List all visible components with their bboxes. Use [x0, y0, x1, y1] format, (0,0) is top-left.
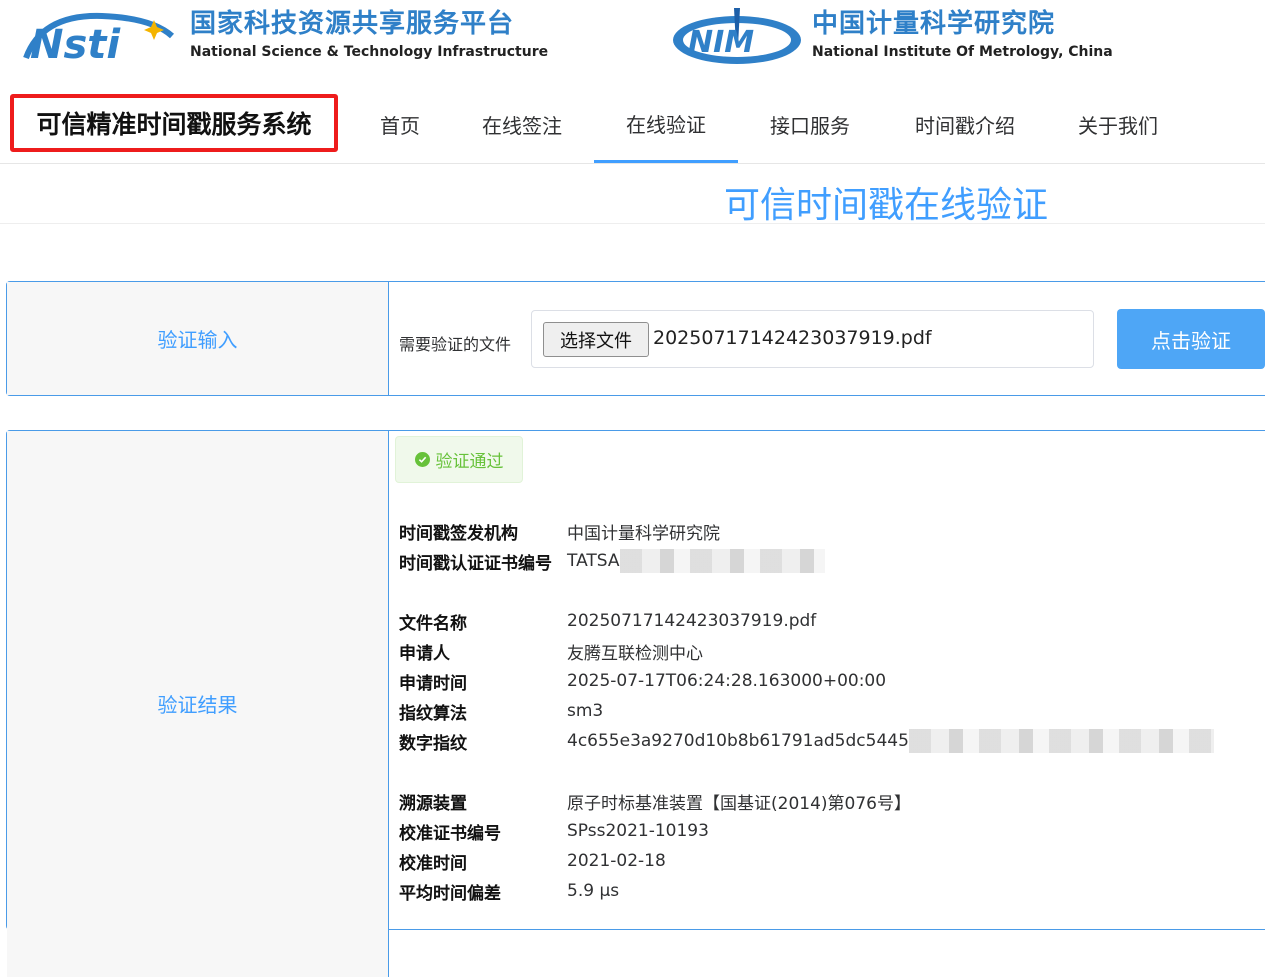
trace-device-value: 原子时标基准装置【国基证(2014)第076号】	[567, 793, 911, 814]
applicant-value: 友腾互联检测中心	[567, 643, 703, 664]
nav-timestamp-intro[interactable]: 时间戳介绍	[898, 86, 1032, 163]
algorithm-value: sm3	[567, 701, 604, 721]
page-title-bar: 可信时间戳在线验证	[0, 172, 1265, 226]
apply-time-label: 申请时间	[399, 673, 467, 694]
verify-input-panel: 验证输入 需要验证的文件 选择文件 20250717142423037919.p…	[6, 281, 1265, 396]
verify-result-panel: 验证结果 验证通过 时间戳签发机构 中国计量科学研究院 时间戳认证证书编号 TA…	[6, 430, 1265, 977]
nav-online-sign[interactable]: 在线签注	[466, 86, 578, 163]
nsti-title-en: National Science & Technology Infrastruc…	[190, 44, 549, 60]
main-nav: 可信精准时间戳服务系统 首页 在线签注 在线验证 接口服务 时间戳介绍 关于我们	[0, 86, 1265, 164]
page-title: 可信时间戳在线验证	[724, 185, 1049, 226]
calib-cert-value: SPss2021-10193	[567, 821, 709, 841]
result-row-calib-time: 校准时间 2021-02-18	[399, 847, 666, 875]
verify-input-label: 验证输入	[7, 282, 389, 395]
nsti-logo[interactable]: Nsti 国家科技资源共享服务平台 National Science & Tec…	[22, 6, 548, 64]
algorithm-label: 指纹算法	[399, 703, 467, 724]
nav-home[interactable]: 首页	[356, 86, 444, 163]
calib-time-label: 校准时间	[399, 853, 467, 874]
verify-result-label: 验证结果	[7, 431, 389, 977]
nim-title-cn: 中国计量科学研究院	[812, 9, 1056, 39]
file-input[interactable]: 选择文件 20250717142423037919.pdf	[531, 310, 1094, 368]
choose-file-button[interactable]: 选择文件	[543, 322, 649, 357]
cert-no-value: TATSA	[567, 551, 620, 571]
nim-logo-icon: NIM	[673, 8, 801, 64]
applicant-label: 申请人	[399, 643, 450, 664]
check-circle-icon	[414, 452, 430, 467]
result-row-applicant: 申请人 友腾互联检测中心	[399, 637, 703, 665]
result-row-trace-device: 溯源装置 原子时标基准装置【国基证(2014)第076号】	[399, 787, 911, 815]
nim-logo[interactable]: NIM 中国计量科学研究院 National Institute Of Metr…	[670, 6, 1113, 64]
offset-value: 5.9 μs	[567, 881, 620, 901]
redacted-digest	[908, 729, 1214, 753]
nim-title-en: National Institute Of Metrology, China	[812, 44, 1113, 60]
result-row-issuer: 时间戳签发机构 中国计量科学研究院	[399, 517, 720, 545]
cert-no-label: 时间戳认证证书编号	[399, 553, 552, 574]
nsti-title-cn: 国家科技资源共享服务平台	[190, 9, 515, 39]
file-name-value: 20250717142423037919.pdf	[567, 611, 817, 631]
verify-button[interactable]: 点击验证	[1117, 309, 1265, 369]
nav-api-service[interactable]: 接口服务	[754, 86, 866, 163]
logo-bar: Nsti 国家科技资源共享服务平台 National Science & Tec…	[0, 0, 1265, 78]
apply-time-value: 2025-07-17T06:24:28.163000+00:00	[567, 671, 887, 691]
offset-label: 平均时间偏差	[399, 883, 501, 904]
file-name-label: 文件名称	[399, 613, 467, 634]
result-row-algorithm: 指纹算法 sm3	[399, 697, 603, 725]
calib-cert-label: 校准证书编号	[399, 823, 501, 844]
status-badge: 验证通过	[395, 436, 523, 483]
svg-text:NIM: NIM	[688, 25, 754, 60]
nav-online-verify[interactable]: 在线验证	[594, 86, 738, 163]
result-row-cert-no: 时间戳认证证书编号 TATSA	[399, 547, 825, 575]
file-field-label: 需要验证的文件	[399, 335, 512, 354]
digest-label: 数字指纹	[399, 733, 467, 754]
digest-value: 4c655e3a9270d10b8b61791ad5dc5445	[567, 731, 909, 751]
verify-result-label-text: 验证结果	[157, 693, 238, 717]
status-text: 验证通过	[435, 452, 504, 472]
issuer-value: 中国计量科学研究院	[567, 523, 720, 544]
result-row-file-name: 文件名称 20250717142423037919.pdf	[399, 607, 816, 635]
issuer-label: 时间戳签发机构	[399, 523, 518, 544]
nsti-logo-icon: Nsti	[23, 12, 175, 64]
svg-text:Nsti: Nsti	[30, 22, 121, 64]
selected-file-name: 20250717142423037919.pdf	[653, 327, 932, 349]
nav-about-us[interactable]: 关于我们	[1062, 86, 1174, 163]
trace-device-label: 溯源装置	[399, 793, 467, 814]
result-row-digest: 数字指纹 4c655e3a9270d10b8b61791ad5dc5445	[399, 727, 1214, 755]
result-row-calib-cert: 校准证书编号 SPss2021-10193	[399, 817, 709, 845]
result-row-apply-time: 申请时间 2025-07-17T06:24:28.163000+00:00	[399, 667, 886, 695]
calib-time-value: 2021-02-18	[567, 851, 666, 871]
redacted-cert-no	[619, 549, 825, 573]
result-row-offset: 平均时间偏差 5.9 μs	[399, 877, 619, 905]
system-brand[interactable]: 可信精准时间戳服务系统	[10, 94, 338, 152]
